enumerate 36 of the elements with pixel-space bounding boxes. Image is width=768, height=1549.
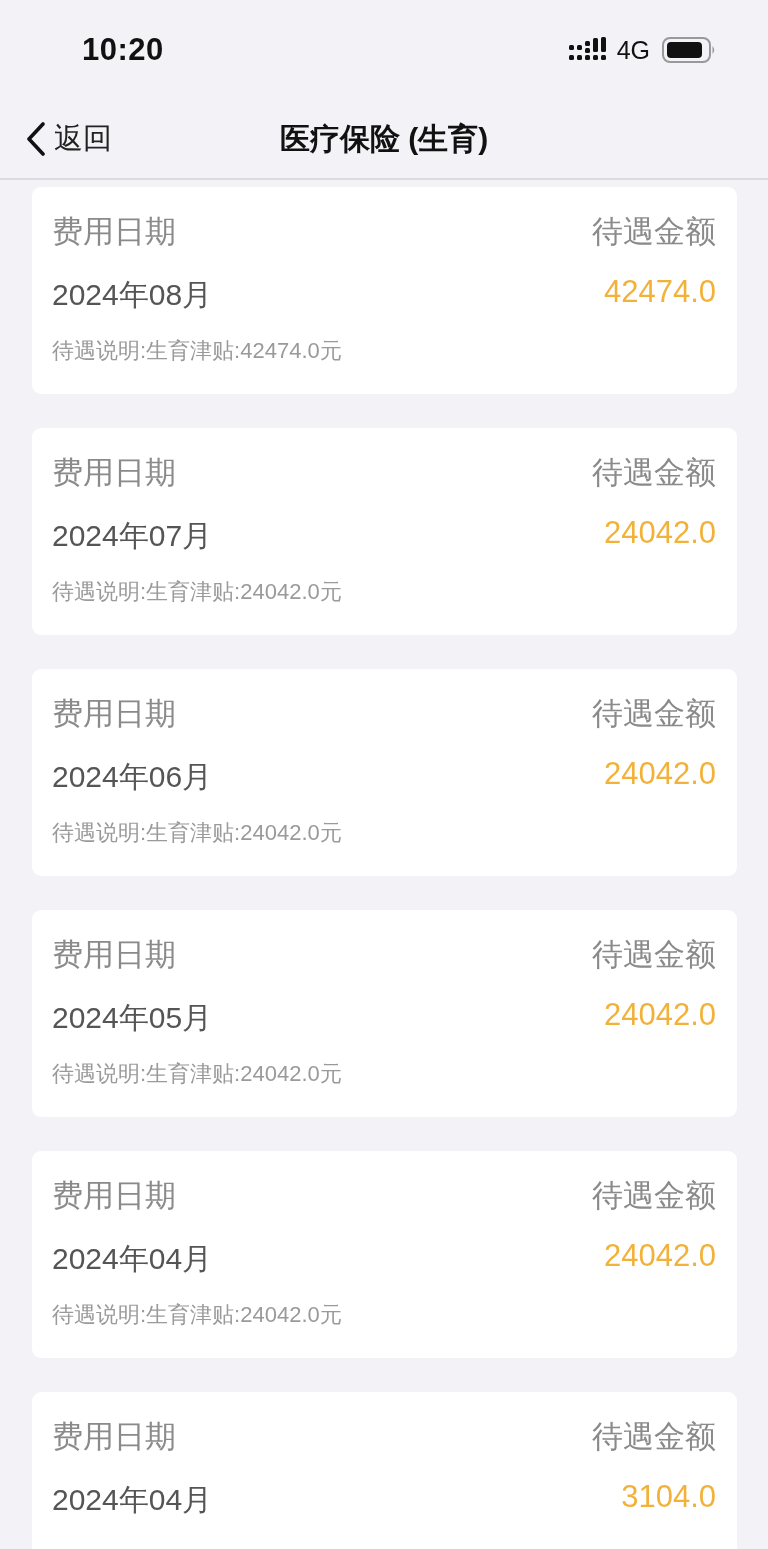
date-label: 费用日期 (52, 936, 176, 974)
date-label: 费用日期 (52, 213, 176, 251)
date-label: 费用日期 (52, 1177, 176, 1215)
benefit-description: 待遇说明:生育津贴:24042.0元 (52, 1301, 343, 1329)
battery-icon (662, 37, 716, 63)
amount-label: 待遇金额 (592, 695, 716, 733)
date-value: 2024年04月 (52, 1241, 213, 1277)
benefit-description: 待遇说明:生育津贴:24042.0元 (52, 819, 343, 847)
benefit-description: 待遇说明:生育津贴:42474.0元 (52, 337, 343, 365)
date-value: 2024年06月 (52, 759, 213, 795)
amount-label: 待遇金额 (592, 936, 716, 974)
status-time: 10:20 (82, 32, 164, 68)
date-label: 费用日期 (52, 695, 176, 733)
amount-value: 3104.0 (621, 1479, 716, 1515)
amount-label: 待遇金额 (592, 213, 716, 251)
amount-value: 24042.0 (603, 756, 716, 792)
amount-label: 待遇金额 (592, 1418, 716, 1456)
date-value: 2024年07月 (52, 518, 213, 554)
amount-value: 24042.0 (603, 515, 716, 551)
date-value: 2024年04月 (52, 1482, 213, 1518)
back-button[interactable]: 返回 (26, 119, 112, 159)
page-title: 医疗保险 (生育) (279, 120, 489, 157)
date-label: 费用日期 (52, 454, 176, 492)
amount-value: 24042.0 (603, 1238, 716, 1274)
amount-label: 待遇金额 (592, 454, 716, 492)
amount-value: 42474.0 (603, 274, 716, 310)
benefit-description: 待遇说明:生育津贴:24042.0元 (52, 578, 343, 606)
amount-value: 24042.0 (603, 997, 716, 1033)
date-value: 2024年05月 (52, 1000, 213, 1036)
chevron-left-icon (26, 122, 46, 156)
benefit-description: 待遇说明:生育津贴:24042.0元 (52, 1060, 343, 1088)
amount-label: 待遇金额 (592, 1177, 716, 1215)
network-type: 4G (616, 35, 650, 65)
signal-icon (568, 37, 607, 63)
date-value: 2024年08月 (52, 277, 213, 313)
date-label: 费用日期 (52, 1418, 176, 1456)
